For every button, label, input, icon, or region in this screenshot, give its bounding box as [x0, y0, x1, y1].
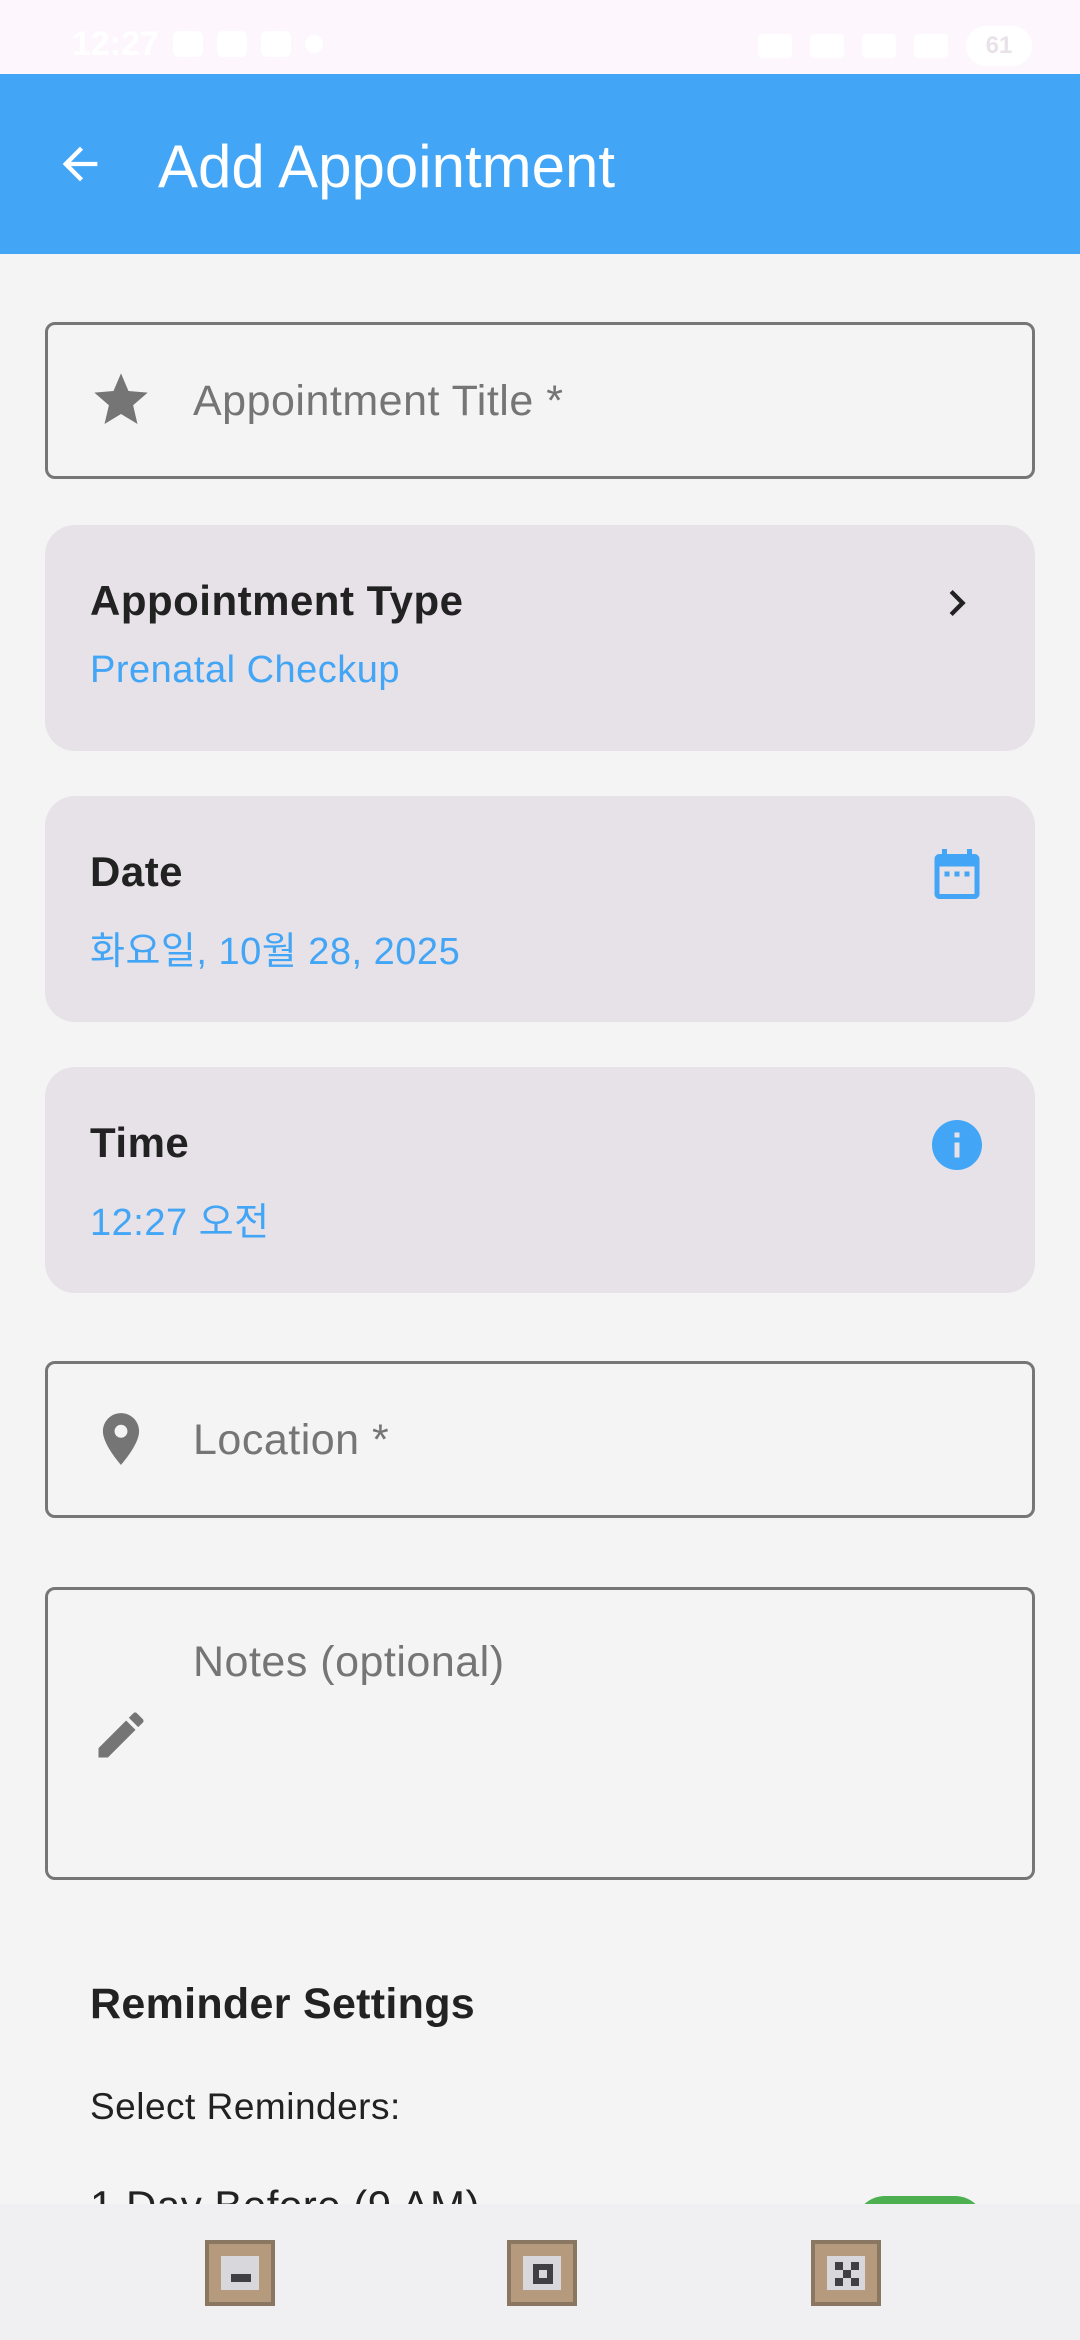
status-right: 61 [758, 24, 1032, 68]
mute-icon [810, 34, 844, 58]
recent-apps-mark [231, 2274, 251, 2282]
select-reminders-label: Select Reminders: [90, 2086, 401, 2127]
back-nav-mark-a [835, 2262, 843, 2270]
back-nav-mark-c [843, 2270, 851, 2278]
reminder-settings-title: Reminder Settings [90, 1980, 476, 2028]
chevron-right-icon [927, 573, 987, 633]
chat-icon [260, 31, 291, 57]
recent-apps-button[interactable] [205, 2240, 275, 2306]
battery-icon: 61 [966, 26, 1032, 66]
time-value: 12:27 오전 [90, 1202, 270, 1244]
page-title: Add Appointment [158, 133, 616, 200]
calendar-icon[interactable] [927, 844, 987, 904]
notification-icon [216, 31, 247, 57]
appointment-type-value: Prenatal Checkup [90, 649, 401, 691]
alarm-icon [172, 31, 203, 57]
location-placeholder: Location * [193, 1416, 390, 1464]
back-nav-mark-d [835, 2278, 843, 2286]
date-card[interactable]: Date 화요일, 10월 28, 2025 [45, 796, 1035, 1022]
time-card[interactable]: Time 12:27 오전 [45, 1067, 1035, 1293]
time-label: Time [90, 1119, 190, 1166]
signal-icon [914, 34, 948, 58]
location-pin-icon [88, 1406, 154, 1472]
recent-apps-icon [221, 2256, 259, 2290]
pencil-icon [88, 1702, 154, 1768]
status-time: 12:27 [72, 24, 159, 63]
system-nav-bar [0, 2204, 1080, 2340]
status-left: 12:27 [72, 22, 323, 66]
back-nav-mark-b [851, 2262, 859, 2270]
back-nav-button[interactable] [811, 2240, 881, 2306]
appointment-title-field[interactable]: Appointment Title * [45, 322, 1035, 479]
notes-field[interactable]: Notes (optional) [45, 1587, 1035, 1880]
date-label: Date [90, 848, 184, 895]
home-mark-center [539, 2270, 547, 2278]
info-icon[interactable] [927, 1115, 987, 1175]
dot-icon [304, 35, 323, 53]
location-field[interactable]: Location * [45, 1361, 1035, 1518]
app-bar: Add Appointment [0, 74, 1080, 254]
star-icon [88, 367, 154, 433]
lte-icon [862, 34, 896, 58]
home-button[interactable] [507, 2240, 577, 2306]
status-bar: 12:27 61 [0, 0, 1080, 74]
notes-placeholder: Notes (optional) [193, 1638, 505, 1686]
cast-icon [758, 34, 792, 58]
back-button[interactable] [40, 124, 120, 204]
date-value: 화요일, 10월 28, 2025 [90, 931, 461, 973]
back-nav-mark-e [851, 2278, 859, 2286]
appointment-type-label: Appointment Type [90, 577, 464, 624]
appointment-type-card[interactable]: Appointment Type Prenatal Checkup [45, 525, 1035, 751]
appointment-title-placeholder: Appointment Title * [193, 377, 564, 425]
arrow-back-icon [62, 146, 98, 182]
